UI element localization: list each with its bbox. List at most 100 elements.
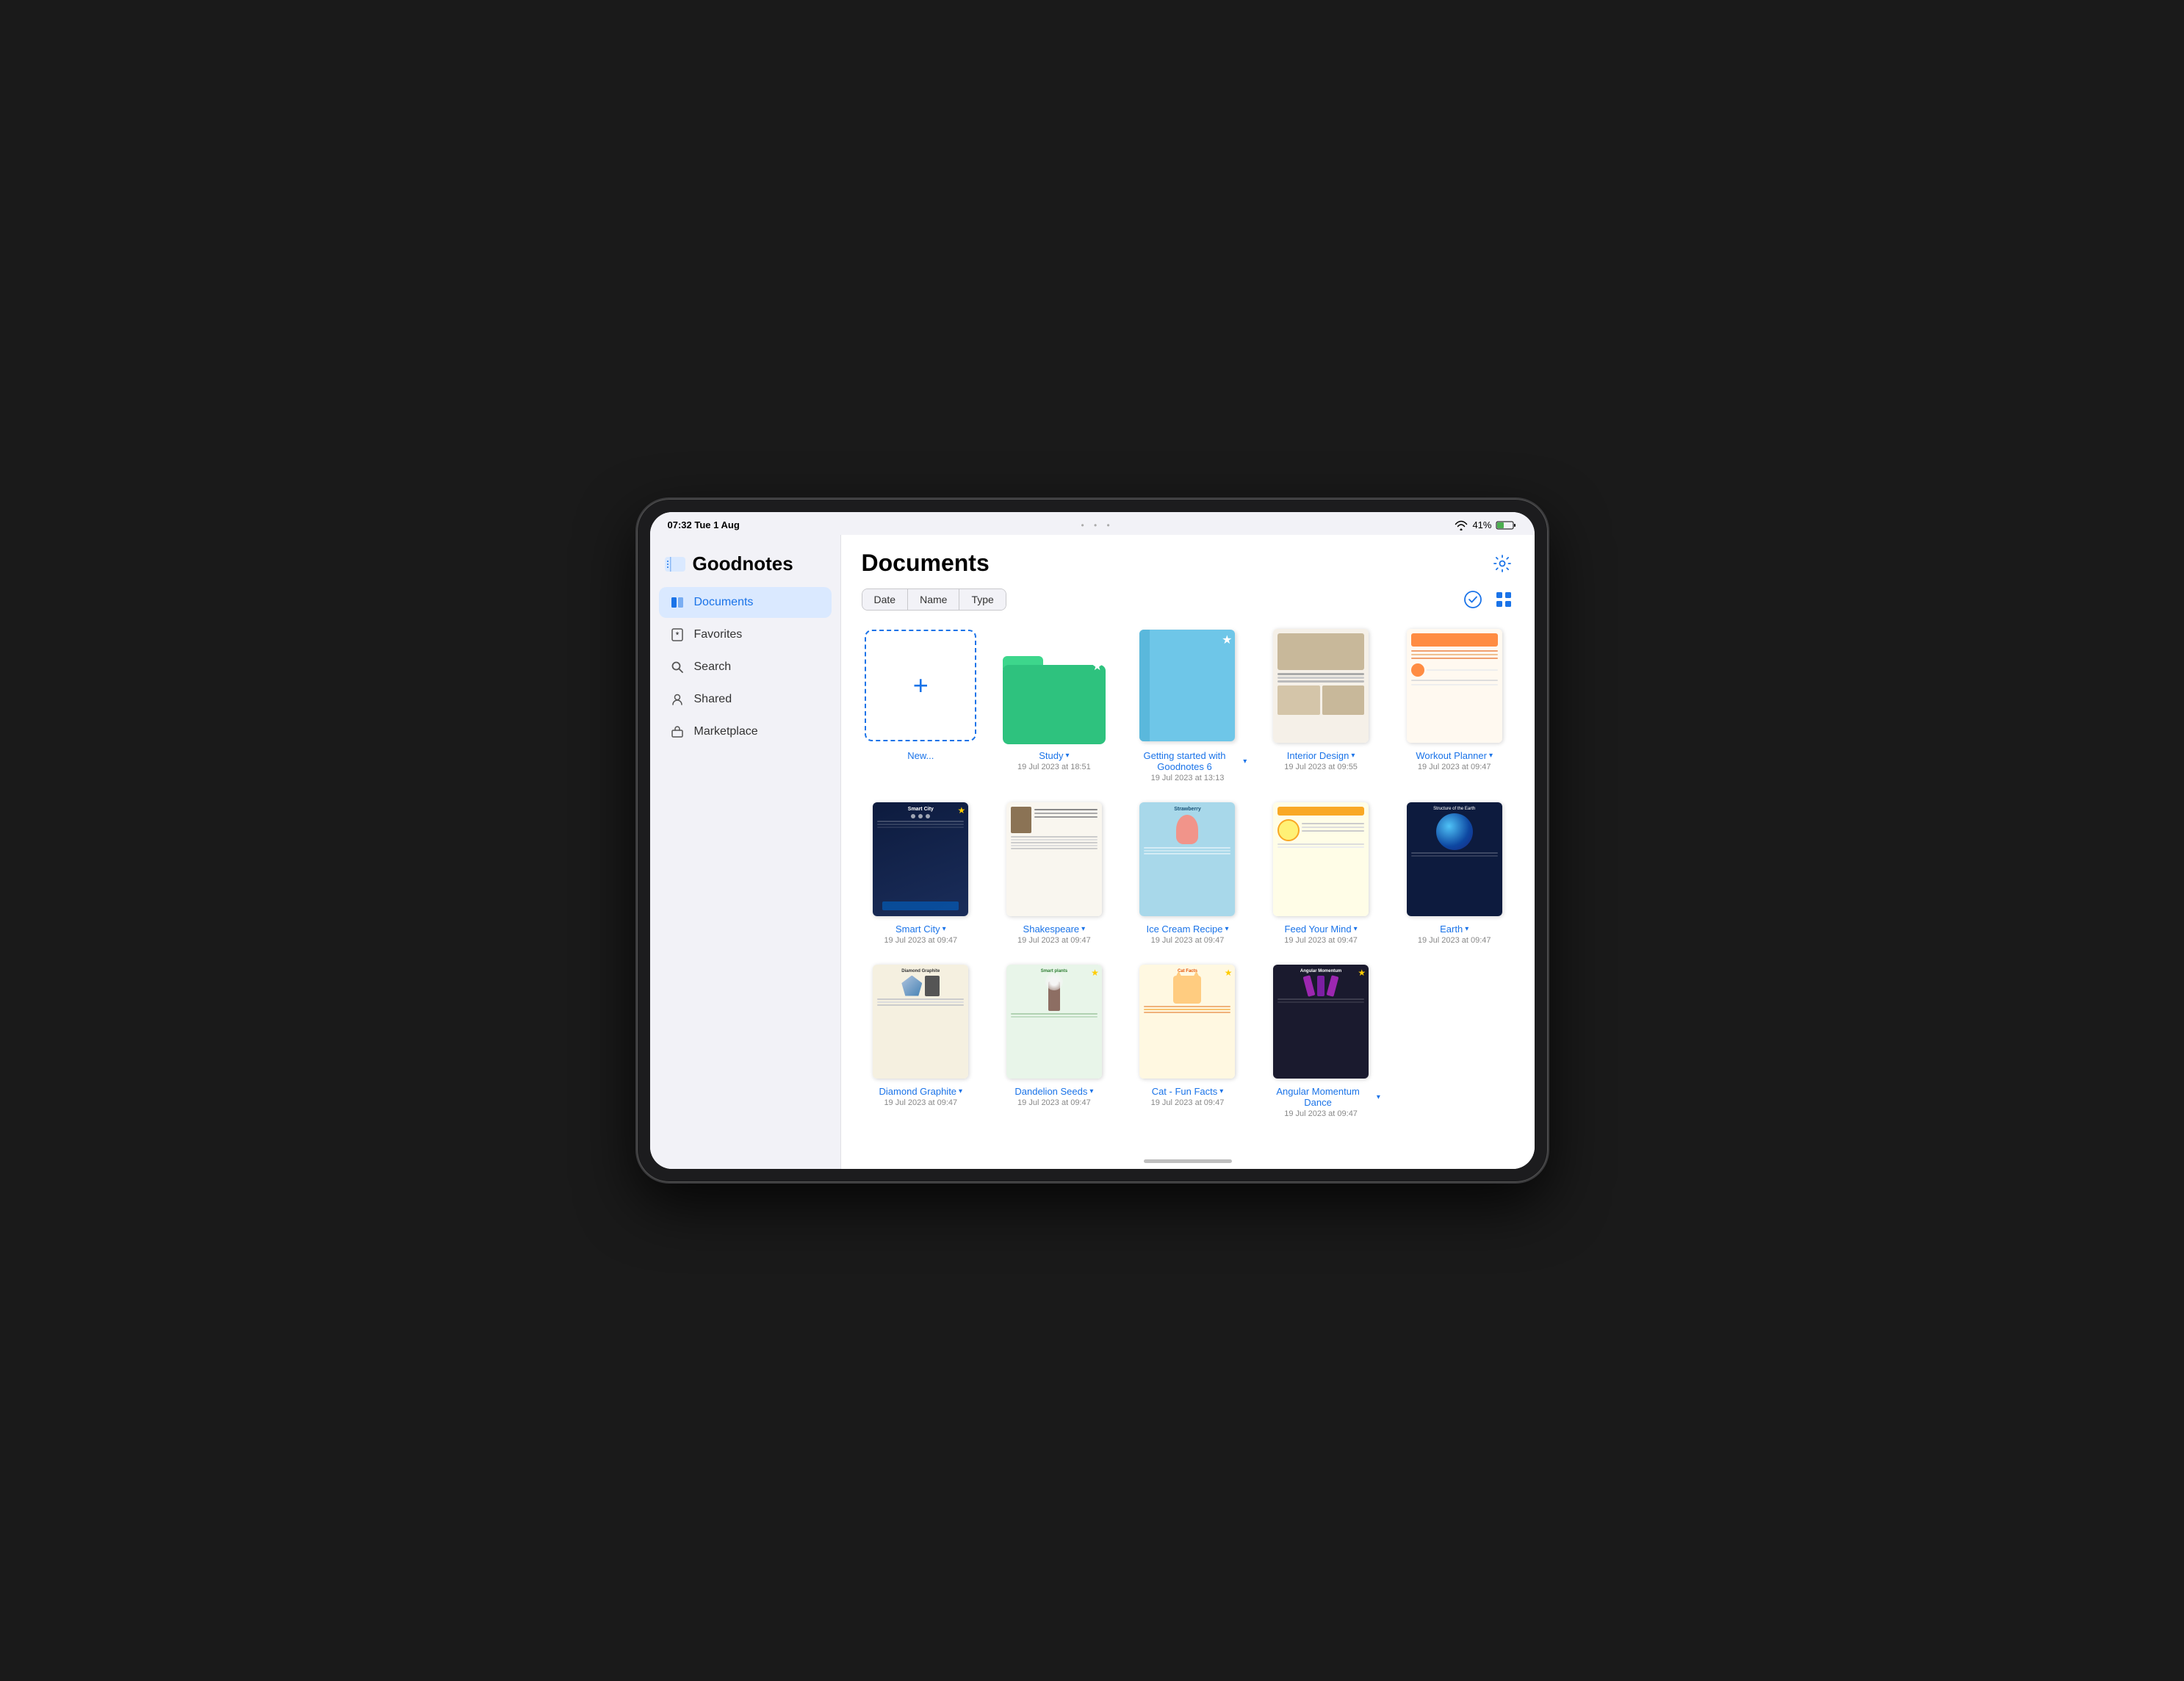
battery-percent: 41% bbox=[1472, 519, 1491, 530]
interior-design-date: 19 Jul 2023 at 09:55 bbox=[1284, 763, 1358, 771]
sort-name-button[interactable]: Name bbox=[908, 589, 959, 610]
workout-planner-item[interactable]: Workout Planner ▾ 19 Jul 2023 at 09:47 bbox=[1395, 627, 1514, 782]
workout-planner-date: 19 Jul 2023 at 09:47 bbox=[1416, 763, 1493, 771]
new-document-name: New... bbox=[907, 750, 934, 761]
angular-momentum-thumb: Angular Momentum ★ bbox=[1262, 962, 1380, 1080]
smart-city-thumb: Smart City bbox=[862, 800, 979, 918]
status-right: 41% bbox=[1455, 519, 1516, 530]
home-indicator bbox=[841, 1153, 1535, 1169]
folder-body bbox=[1003, 665, 1106, 744]
sidebar-item-documents[interactable]: Documents bbox=[659, 587, 832, 618]
chevron-down-icon: ▾ bbox=[1354, 925, 1358, 933]
chevron-down-icon: ▾ bbox=[1081, 925, 1085, 933]
app-body: Goodnotes Documents bbox=[650, 535, 1535, 1169]
feed-your-mind-thumb bbox=[1262, 800, 1380, 918]
shakespeare-item[interactable]: Shakespeare ▾ 19 Jul 2023 at 09:47 bbox=[995, 800, 1114, 945]
smart-city-preview: Smart City bbox=[873, 802, 968, 916]
star-badge: ★ bbox=[1092, 659, 1103, 674]
settings-button[interactable] bbox=[1491, 552, 1514, 575]
getting-started-item[interactable]: ★ Getting started with Goodnotes 6 ▾ 19 … bbox=[1128, 627, 1247, 782]
notebook-spine bbox=[1139, 630, 1150, 741]
shakespeare-date: 19 Jul 2023 at 09:47 bbox=[1017, 936, 1091, 945]
chevron-down-icon: ▾ bbox=[1465, 925, 1468, 933]
app-title: Goodnotes bbox=[693, 552, 793, 575]
workout-planner-label: Workout Planner ▾ 19 Jul 2023 at 09:47 bbox=[1416, 750, 1493, 771]
dandelion-seeds-preview: Smart plants ★ bbox=[1006, 965, 1102, 1079]
smart-city-item[interactable]: Smart City bbox=[862, 800, 981, 945]
shared-label: Shared bbox=[694, 693, 732, 706]
documents-label: Documents bbox=[694, 596, 754, 609]
new-document-thumb: + bbox=[862, 627, 979, 744]
feed-your-mind-date: 19 Jul 2023 at 09:47 bbox=[1284, 936, 1358, 945]
dandelion-seeds-label: Dandelion Seeds ▾ 19 Jul 2023 at 09:47 bbox=[1014, 1086, 1093, 1107]
chevron-down-icon: ▾ bbox=[1219, 1087, 1223, 1095]
home-bar bbox=[1144, 1159, 1232, 1163]
feed-your-mind-item[interactable]: Feed Your Mind ▾ 19 Jul 2023 at 09:47 bbox=[1261, 800, 1380, 945]
angular-momentum-date: 19 Jul 2023 at 09:47 bbox=[1261, 1109, 1380, 1118]
sidebar: Goodnotes Documents bbox=[650, 535, 841, 1169]
sidebar-item-search[interactable]: Search bbox=[659, 652, 832, 683]
cat-fun-facts-preview: Cat Facts bbox=[1139, 965, 1235, 1079]
dandelion-seeds-name: Dandelion Seeds ▾ bbox=[1014, 1086, 1093, 1097]
earth-label: Earth ▾ 19 Jul 2023 at 09:47 bbox=[1418, 924, 1491, 945]
diamond-graphite-item[interactable]: Diamond Graphite bbox=[862, 962, 981, 1118]
ice-cream-item[interactable]: Strawberry bbox=[1128, 800, 1247, 945]
status-center-dots: • • • bbox=[1081, 520, 1113, 530]
grid-view-button[interactable] bbox=[1493, 589, 1514, 610]
new-document-label: New... bbox=[907, 750, 934, 761]
chevron-down-icon: ▾ bbox=[1489, 752, 1493, 760]
select-all-button[interactable] bbox=[1463, 589, 1483, 610]
status-bar: 07:32 Tue 1 Aug • • • 41% bbox=[650, 512, 1535, 535]
study-folder-label: Study ▾ 19 Jul 2023 at 18:51 bbox=[1017, 750, 1091, 771]
feed-your-mind-label: Feed Your Mind ▾ 19 Jul 2023 at 09:47 bbox=[1284, 924, 1358, 945]
getting-started-label: Getting started with Goodnotes 6 ▾ 19 Ju… bbox=[1128, 750, 1247, 782]
study-folder-thumb: ★ bbox=[995, 627, 1113, 744]
notebook-graphic: ★ bbox=[1139, 630, 1235, 741]
dandelion-seeds-item[interactable]: Smart plants ★ bbox=[995, 962, 1114, 1118]
feed-your-mind-name: Feed Your Mind ▾ bbox=[1284, 924, 1358, 935]
diamond-graphite-thumb: Diamond Graphite bbox=[862, 962, 979, 1080]
ice-cream-preview: Strawberry bbox=[1139, 802, 1235, 916]
documents-grid: + New... ★ bbox=[862, 627, 1514, 1118]
chevron-down-icon: ▾ bbox=[943, 925, 946, 933]
earth-item[interactable]: Structure of the Earth bbox=[1395, 800, 1514, 945]
angular-momentum-label: Angular Momentum Dance ▾ 19 Jul 2023 at … bbox=[1261, 1086, 1380, 1118]
getting-started-name: Getting started with Goodnotes 6 ▾ bbox=[1128, 750, 1247, 772]
sidebar-toggle-icon[interactable] bbox=[665, 556, 685, 572]
interior-design-name: Interior Design ▾ bbox=[1284, 750, 1358, 761]
chevron-down-icon: ▾ bbox=[1065, 752, 1069, 760]
angular-momentum-item[interactable]: Angular Momentum ★ bbox=[1261, 962, 1380, 1118]
cat-fun-facts-label: Cat - Fun Facts ▾ 19 Jul 2023 at 09:47 bbox=[1151, 1086, 1225, 1107]
documents-grid-wrapper: + New... ★ bbox=[841, 619, 1535, 1153]
interior-design-label: Interior Design ▾ 19 Jul 2023 at 09:55 bbox=[1284, 750, 1358, 771]
shakespeare-label: Shakespeare ▾ 19 Jul 2023 at 09:47 bbox=[1017, 924, 1091, 945]
dandelion-seeds-date: 19 Jul 2023 at 09:47 bbox=[1014, 1098, 1093, 1107]
diamond-graphite-preview: Diamond Graphite bbox=[873, 965, 968, 1079]
sidebar-header: Goodnotes bbox=[650, 547, 840, 587]
new-document-plus[interactable]: + bbox=[865, 630, 976, 741]
workout-planner-name: Workout Planner ▾ bbox=[1416, 750, 1493, 761]
ipad-screen: 07:32 Tue 1 Aug • • • 41% bbox=[650, 512, 1535, 1169]
sidebar-item-marketplace[interactable]: Marketplace bbox=[659, 716, 832, 747]
interior-design-item[interactable]: Interior Design ▾ 19 Jul 2023 at 09:55 bbox=[1261, 627, 1380, 782]
smart-city-name: Smart City ▾ bbox=[884, 924, 957, 935]
interior-design-thumb bbox=[1262, 627, 1380, 744]
chevron-down-icon: ▾ bbox=[1225, 925, 1229, 933]
favorites-label: Favorites bbox=[694, 628, 743, 641]
study-folder-item[interactable]: ★ Study ▾ 19 Jul 2023 at 18:51 bbox=[995, 627, 1114, 782]
sidebar-item-shared[interactable]: Shared bbox=[659, 684, 832, 715]
new-document-item[interactable]: + New... bbox=[862, 627, 981, 782]
sort-type-button[interactable]: Type bbox=[959, 589, 1005, 610]
shakespeare-thumb bbox=[995, 800, 1113, 918]
workout-planner-preview bbox=[1407, 629, 1502, 743]
earth-preview: Structure of the Earth bbox=[1407, 802, 1502, 916]
cat-fun-facts-item[interactable]: Cat Facts bbox=[1128, 962, 1247, 1118]
shakespeare-preview bbox=[1006, 802, 1102, 916]
ice-cream-name: Ice Cream Recipe ▾ bbox=[1146, 924, 1228, 935]
marketplace-label: Marketplace bbox=[694, 725, 758, 738]
smart-city-date: 19 Jul 2023 at 09:47 bbox=[884, 936, 957, 945]
sort-date-button[interactable]: Date bbox=[862, 589, 909, 610]
earth-date: 19 Jul 2023 at 09:47 bbox=[1418, 936, 1491, 945]
documents-icon bbox=[669, 594, 685, 611]
sidebar-item-favorites[interactable]: Favorites bbox=[659, 619, 832, 650]
